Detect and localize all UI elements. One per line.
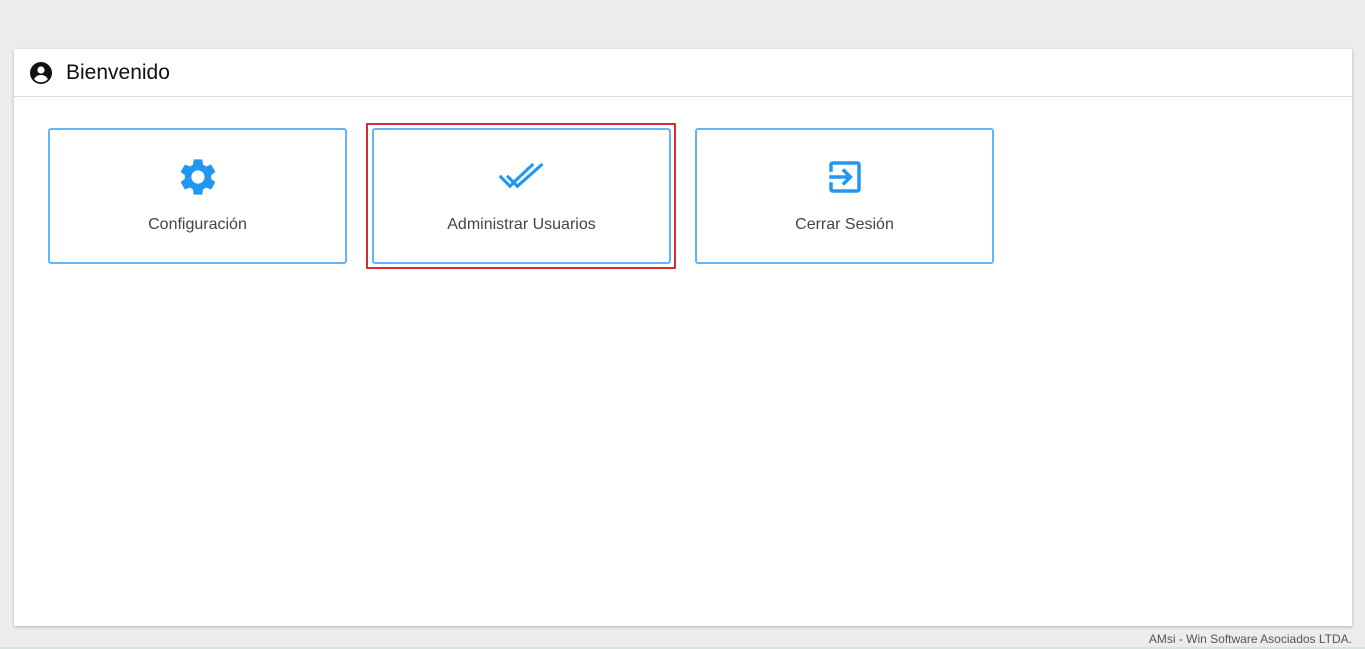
logout-label: Cerrar Sesión xyxy=(795,216,894,233)
panel-header: Bienvenido xyxy=(14,49,1352,97)
configuration-button[interactable]: Configuración xyxy=(48,128,347,264)
double-check-icon xyxy=(498,154,545,200)
gear-icon xyxy=(175,154,221,200)
manage-users-label: Administrar Usuarios xyxy=(447,216,596,233)
account-circle-icon xyxy=(29,61,53,85)
manage-users-button[interactable]: Administrar Usuarios xyxy=(372,128,671,264)
welcome-panel: Bienvenido Configuración Administrar Usu… xyxy=(14,49,1352,626)
logout-button[interactable]: Cerrar Sesión xyxy=(695,128,994,264)
configuration-label: Configuración xyxy=(148,216,247,233)
page-title: Bienvenido xyxy=(66,60,170,84)
footer-copyright: AMsi - Win Software Asociados LTDA. xyxy=(1148,632,1352,646)
logout-icon xyxy=(822,154,868,200)
